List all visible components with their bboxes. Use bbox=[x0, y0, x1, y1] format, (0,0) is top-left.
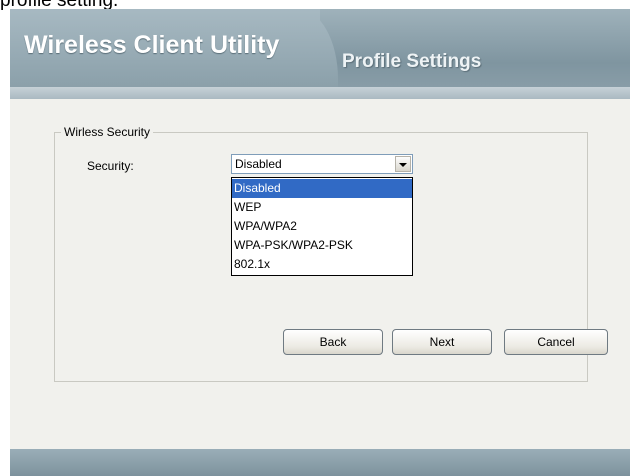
dropdown-option-disabled[interactable]: Disabled bbox=[232, 179, 412, 198]
back-button[interactable]: Back bbox=[283, 329, 383, 355]
dropdown-option-wep[interactable]: WEP bbox=[232, 198, 412, 217]
app-header: Wireless Client Utility Profile Settings bbox=[10, 9, 630, 99]
security-select[interactable]: Disabled bbox=[231, 154, 413, 174]
page-title: Profile Settings bbox=[342, 51, 482, 72]
chevron-down-icon[interactable] bbox=[395, 156, 411, 172]
dropdown-option-8021x[interactable]: 802.1x bbox=[232, 255, 412, 274]
header-strip bbox=[10, 87, 630, 99]
next-button[interactable]: Next bbox=[392, 329, 492, 355]
security-dropdown-list: Disabled WEP WPA/WPA2 WPA-PSK/WPA2-PSK 8… bbox=[231, 177, 413, 276]
dropdown-option-wpa-psk[interactable]: WPA-PSK/WPA2-PSK bbox=[232, 236, 412, 255]
app-footer bbox=[10, 449, 630, 476]
wireless-security-legend: Wirless Security bbox=[64, 125, 151, 139]
app-window: Wireless Client Utility Profile Settings… bbox=[10, 9, 630, 476]
dropdown-option-wpa-wpa2[interactable]: WPA/WPA2 bbox=[232, 217, 412, 236]
security-select-value: Disabled bbox=[235, 157, 282, 171]
app-title: Wireless Client Utility bbox=[24, 31, 280, 59]
cancel-button[interactable]: Cancel bbox=[504, 329, 608, 355]
security-label: Security: bbox=[87, 159, 134, 173]
